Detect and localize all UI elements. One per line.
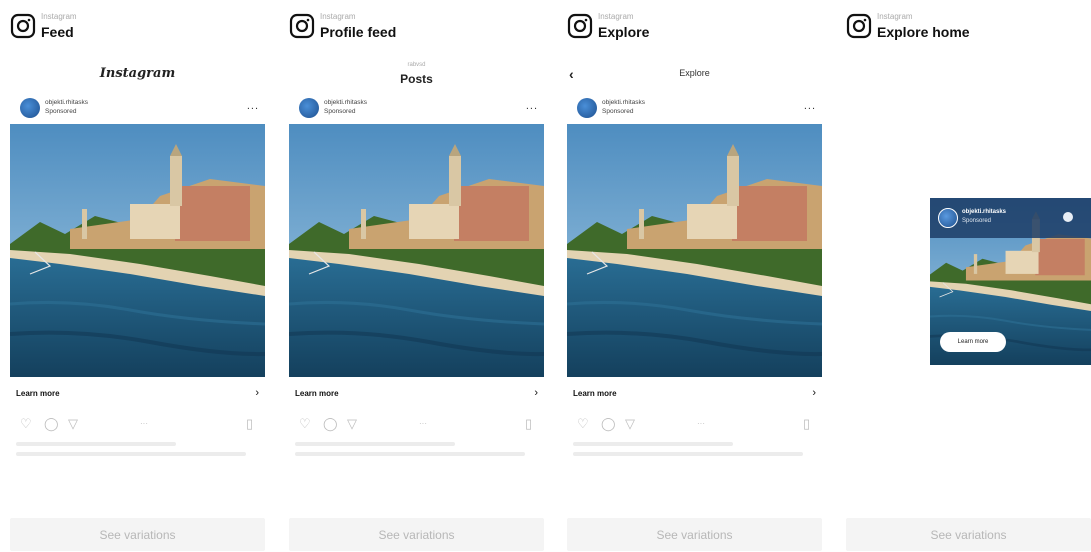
send-icon[interactable]: ▽ <box>625 416 635 432</box>
platform-label: Instagram <box>877 12 913 21</box>
header-title: Explore <box>679 68 710 78</box>
sponsored-label: Sponsored <box>602 108 634 115</box>
avatar <box>20 98 40 118</box>
action-bar: ♡ ◯ ▽ ··· ▯ <box>567 414 822 436</box>
sponsored-label: Sponsored <box>324 108 356 115</box>
platform-label: Instagram <box>598 12 634 21</box>
heart-icon[interactable]: ♡ <box>20 416 32 432</box>
account-name: objekti.rhitasks <box>324 99 367 106</box>
caption-line <box>16 452 246 456</box>
more-options-icon[interactable]: ... <box>526 100 538 112</box>
app-logo: Instagram <box>99 66 176 81</box>
account-name: objekti.rhitasks <box>45 99 88 106</box>
ad-image <box>10 124 265 377</box>
platform-label: Instagram <box>320 12 356 21</box>
ad-image <box>567 124 822 377</box>
dots-icon: ··· <box>697 419 705 428</box>
learn-more-button[interactable]: Learn more <box>940 332 1006 352</box>
cta-bar[interactable]: Learn more › <box>289 386 544 402</box>
account-name: objekti.rhitasks <box>962 209 1007 215</box>
bookmark-icon[interactable]: ▯ <box>803 416 810 432</box>
heart-icon[interactable]: ♡ <box>299 416 311 432</box>
dots-icon: ··· <box>419 419 427 428</box>
ad-image <box>289 124 544 377</box>
caption-line <box>573 452 803 456</box>
send-icon[interactable]: ▽ <box>68 416 78 432</box>
action-bar: ♡ ◯ ▽ ··· ▯ <box>10 414 265 436</box>
more-options-icon[interactable]: ... <box>247 100 259 112</box>
account-row: objekti.rhitasks Sponsored ... <box>567 96 822 122</box>
comment-icon[interactable]: ◯ <box>44 416 59 432</box>
placement-title: Explore home <box>877 24 970 40</box>
caption-line <box>573 442 733 446</box>
platform-header: Instagram Profile feed <box>289 10 549 46</box>
account-name: objekti.rhitasks <box>602 99 645 106</box>
cta-label: Learn more <box>295 389 339 398</box>
send-icon[interactable]: ▽ <box>347 416 357 432</box>
avatar <box>577 98 597 118</box>
sponsored-label: Sponsored <box>962 218 992 224</box>
bookmark-icon[interactable]: ▯ <box>246 416 253 432</box>
platform-label: Instagram <box>41 12 77 21</box>
instagram-icon <box>567 13 593 39</box>
chevron-right-icon: › <box>255 387 259 399</box>
app-header: ‹ Explore <box>567 58 822 88</box>
placement-title: Profile feed <box>320 24 397 40</box>
action-bar: ♡ ◯ ▽ ··· ▯ <box>289 414 544 436</box>
placement-title: Feed <box>41 24 74 40</box>
sponsored-label: Sponsored <box>45 108 77 115</box>
caption-line <box>16 442 176 446</box>
bookmark-icon[interactable]: ▯ <box>525 416 532 432</box>
avatar <box>938 208 958 228</box>
dot-icon <box>1063 212 1073 222</box>
explore-home-ad-preview: objekti.rhitasks Sponsored Learn more <box>930 198 1091 365</box>
instagram-icon <box>846 13 872 39</box>
cta-bar[interactable]: Learn more › <box>10 386 265 402</box>
app-header: rabvsd Posts <box>289 58 544 88</box>
platform-header: Instagram Explore home <box>846 10 1091 46</box>
dots-icon: ··· <box>140 419 148 428</box>
see-variations-button[interactable]: See variations <box>289 518 544 551</box>
comment-icon[interactable]: ◯ <box>601 416 616 432</box>
cta-label: Learn more <box>16 389 60 398</box>
more-options-icon[interactable]: ... <box>804 100 816 112</box>
cta-bar[interactable]: Learn more › <box>567 386 822 402</box>
see-variations-button[interactable]: See variations <box>846 518 1091 551</box>
account-row: objekti.rhitasks Sponsored ... <box>289 96 544 122</box>
account-row: objekti.rhitasks Sponsored ... <box>10 96 265 122</box>
chevron-right-icon: › <box>812 387 816 399</box>
placement-title: Explore <box>598 24 650 40</box>
avatar <box>299 98 319 118</box>
platform-header: Instagram Explore <box>567 10 827 46</box>
comment-icon[interactable]: ◯ <box>323 416 338 432</box>
caption-line <box>295 452 525 456</box>
app-header: Instagram <box>10 58 265 88</box>
see-variations-button[interactable]: See variations <box>10 518 265 551</box>
heart-icon[interactable]: ♡ <box>577 416 589 432</box>
cta-label: Learn more <box>573 389 617 398</box>
instagram-icon <box>10 13 36 39</box>
chevron-right-icon: › <box>534 387 538 399</box>
header-title: Posts <box>400 72 433 86</box>
profile-username: rabvsd <box>407 62 426 68</box>
see-variations-button[interactable]: See variations <box>567 518 822 551</box>
platform-header: Instagram Feed <box>10 10 270 46</box>
instagram-icon <box>289 13 315 39</box>
caption-line <box>295 442 455 446</box>
